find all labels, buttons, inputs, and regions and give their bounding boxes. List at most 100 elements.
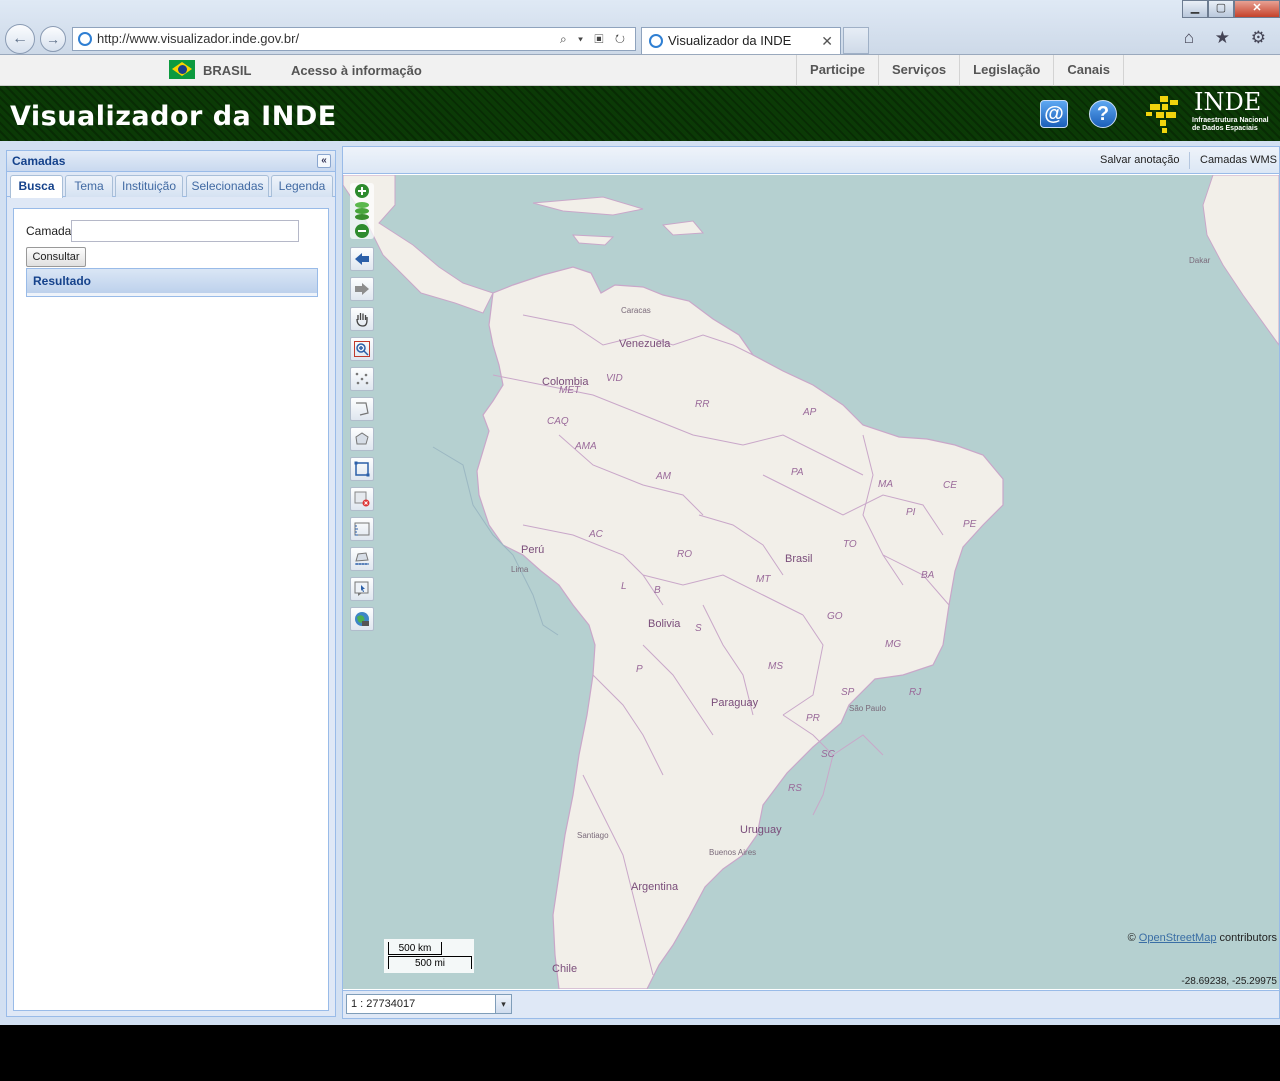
inde-logo: INDE Infraestrutura Nacional de Dados Es…	[1146, 88, 1274, 136]
identify-button[interactable]	[350, 577, 374, 601]
brazil-flag-icon	[169, 60, 195, 79]
previous-extent-button[interactable]	[350, 247, 374, 271]
zoom-in-icon[interactable]	[350, 183, 374, 199]
save-annotation-button[interactable]: Salvar anotação	[1100, 154, 1180, 166]
email-icon[interactable]: @	[1040, 100, 1068, 128]
map-state-label: RO	[677, 549, 692, 560]
ruler-icon	[354, 522, 370, 536]
minimize-button[interactable]: ▁	[1182, 0, 1208, 18]
tab-busca[interactable]: Busca	[10, 175, 63, 198]
tab-selecionadas[interactable]: Selecionadas	[186, 175, 269, 197]
map-country-label: Colombia	[542, 376, 589, 388]
address-url: http://www.visualizador.inde.gov.br/	[97, 31, 300, 46]
forward-button[interactable]: →	[40, 26, 66, 52]
tab-legenda[interactable]: Legenda	[271, 175, 333, 197]
back-button[interactable]: ←	[5, 24, 35, 54]
nav-participe[interactable]: Participe	[796, 55, 878, 86]
zoom-box-button[interactable]	[350, 337, 374, 361]
map-state-label: MT	[756, 574, 771, 585]
delete-feature-button[interactable]	[350, 487, 374, 511]
busca-tab-body: Camada: Consultar Resultado	[13, 208, 329, 1011]
map-state-label: RJ	[909, 687, 922, 698]
browser-tab[interactable]: Visualizador da INDE ✕	[641, 27, 841, 54]
new-tab-button[interactable]	[843, 27, 869, 54]
nav-servicos[interactable]: Serviços	[877, 55, 959, 86]
page-title: Visualizador da INDE	[10, 101, 337, 132]
resultado-header[interactable]: Resultado	[27, 269, 317, 293]
map-city-label: Dakar	[1189, 256, 1211, 265]
next-extent-button[interactable]	[350, 277, 374, 301]
map-state-label: GO	[827, 611, 843, 622]
scale-km: 500 km	[388, 942, 442, 955]
map-state-label: RR	[695, 399, 709, 410]
map-state-label: BA	[921, 570, 935, 581]
back-arrow-icon	[355, 253, 369, 265]
map-country-label: Argentina	[631, 881, 679, 893]
tab-instituicao[interactable]: Instituição	[115, 175, 183, 197]
map-country-label: Bolivia	[648, 618, 681, 630]
forward-arrow-icon	[355, 283, 369, 295]
map-country-label: Brasil	[785, 553, 813, 565]
map-country-label: Paraguay	[711, 697, 759, 709]
inde-logo-mark-icon	[1146, 94, 1190, 134]
map-city-label: Caracas	[621, 306, 651, 315]
map-state-label: PA	[791, 467, 804, 478]
tab-close-icon[interactable]: ✕	[821, 28, 833, 54]
pan-button[interactable]	[350, 307, 374, 331]
brasil-link[interactable]: BRASIL	[203, 63, 251, 78]
map-state-label: L	[621, 581, 627, 592]
hand-icon	[356, 313, 368, 327]
camada-input[interactable]	[71, 220, 299, 242]
collapse-panel-icon[interactable]: «	[317, 154, 331, 168]
scale-select[interactable]: 1 : 27734017 ▾	[346, 994, 512, 1014]
scale-value: 1 : 27734017	[351, 998, 416, 1010]
map-state-label: CAQ	[547, 416, 569, 427]
logo-word: INDE	[1194, 88, 1262, 116]
acesso-informacao-link[interactable]: Acesso à informação	[291, 63, 422, 78]
back-arrow-icon: ←	[12, 30, 28, 47]
scale-bar: 500 km 500 mi	[384, 939, 474, 973]
zoom-slider[interactable]	[350, 199, 374, 223]
help-icon[interactable]: ?	[1089, 100, 1117, 128]
zoom-out-icon[interactable]	[350, 223, 374, 239]
tab-tema[interactable]: Tema	[65, 175, 113, 197]
close-window-button[interactable]: ✕	[1234, 0, 1280, 18]
map-toolbar: Salvar anotação Camadas WMS	[343, 147, 1279, 174]
copyright-symbol: ©	[1127, 932, 1136, 944]
attribution-suffix: contributors	[1219, 932, 1277, 944]
address-bar[interactable]: http://www.visualizador.inde.gov.br/ ⌕ ▾…	[72, 27, 636, 51]
measure-distance-button[interactable]	[350, 517, 374, 541]
consultar-button[interactable]: Consultar	[26, 247, 86, 267]
measure-area-button[interactable]	[350, 547, 374, 571]
nav-canais[interactable]: Canais	[1053, 55, 1124, 86]
map-city-label: Lima	[511, 565, 529, 574]
draw-point-button[interactable]	[350, 367, 374, 391]
map-city-label: Buenos Aires	[709, 848, 756, 857]
map-state-label: PR	[806, 713, 820, 724]
map-state-label: RS	[788, 783, 802, 794]
draw-line-button[interactable]	[350, 397, 374, 421]
map-attribution: © OpenStreetMap contributors	[1128, 932, 1277, 944]
map-state-label: B	[654, 585, 661, 596]
area-icon	[355, 552, 369, 565]
wms-layers-button[interactable]: Camadas WMS	[1200, 154, 1277, 166]
ie-icon	[649, 34, 663, 48]
map-country-label: Chile	[552, 963, 577, 975]
draw-polygon-button[interactable]	[350, 427, 374, 451]
map-statusbar: 1 : 27734017 ▾	[343, 990, 1279, 1018]
layers-panel-title: Camadas	[12, 154, 66, 168]
map-state-label: MA	[878, 479, 893, 490]
gov-nav: Participe Serviços Legislação Canais	[796, 55, 1124, 86]
nav-legislacao[interactable]: Legislação	[959, 55, 1053, 86]
print-button[interactable]	[350, 607, 374, 631]
map-canvas[interactable]: VID MET CAQ AMA RR AP AM PA MA CE PI PE …	[343, 175, 1279, 989]
browser-right-icons[interactable]: ⌂ ★ ⚙	[1184, 28, 1274, 48]
map-country-label: Perú	[521, 544, 544, 556]
chevron-down-icon[interactable]: ▾	[495, 995, 511, 1013]
maximize-button[interactable]: ▢	[1208, 0, 1234, 18]
map-state-label: AM	[655, 471, 672, 482]
openstreetmap-link[interactable]: OpenStreetMap	[1139, 932, 1217, 944]
address-tools[interactable]: ⌕ ▾ ▣ ↻	[560, 28, 629, 50]
select-box-button[interactable]	[350, 457, 374, 481]
window-buttons: ▁ ▢ ✕	[1182, 0, 1280, 18]
